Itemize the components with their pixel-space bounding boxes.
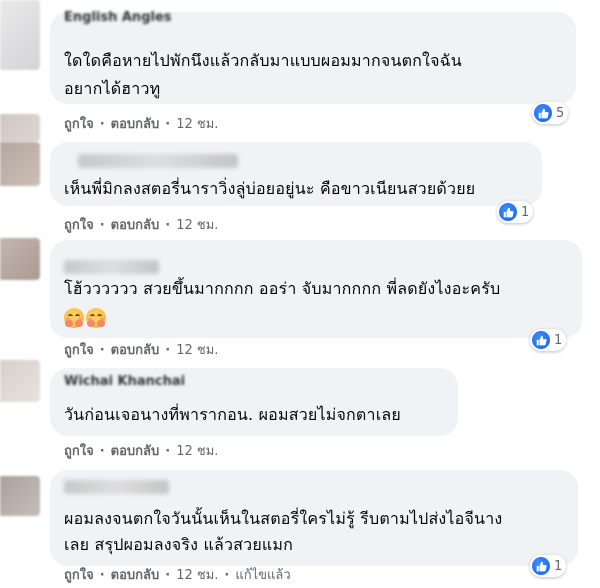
comment-bubble: โฮ้วววววว สวยขึ้นมากกกก ออร่า จับมากกกก …	[50, 240, 582, 338]
separator-dot: ·	[99, 117, 105, 132]
reply-action[interactable]: ตอบกลับ	[111, 117, 160, 132]
reaction-count[interactable]: 5	[532, 102, 569, 124]
timestamp[interactable]: 12 ชม.	[176, 568, 218, 583]
separator-dot: ·	[224, 568, 230, 583]
reply-action[interactable]: ตอบกลับ	[111, 343, 160, 358]
comment-actions: ถูกใจ · ตอบกลับ · 12 ชม. · แก้ไขแล้ว	[64, 566, 291, 586]
comment-actions: ถูกใจ · ตอบกลับ · 12 ชม.	[64, 216, 218, 236]
comment-bubble: Wichai Khanchai วันก่อนเจอนางที่พารากอน.…	[50, 368, 458, 436]
comment-actions: ถูกใจ · ตอบกลับ · 12 ชม.	[64, 341, 218, 361]
timestamp[interactable]: 12 ชม.	[176, 444, 218, 459]
like-action[interactable]: ถูกใจ	[64, 444, 94, 459]
comment-bubble: English Angles ใดใดคือหายไปพักนึงแล้วกลั…	[50, 10, 576, 104]
timestamp[interactable]: 12 ชม.	[176, 117, 218, 132]
reaction-count-number: 1	[554, 558, 563, 574]
hugging-face-emoji	[86, 308, 106, 328]
reply-action[interactable]: ตอบกลับ	[111, 568, 160, 583]
hugging-face-emoji	[64, 308, 84, 328]
separator-dot: ·	[99, 218, 105, 233]
like-icon	[532, 557, 550, 575]
comment-actions: ถูกใจ · ตอบกลับ · 12 ชม.	[64, 442, 218, 462]
reaction-count[interactable]: 1	[530, 555, 567, 577]
reaction-count-number: 5	[556, 105, 565, 121]
reply-action[interactable]: ตอบกลับ	[111, 444, 160, 459]
avatar[interactable]	[0, 114, 40, 142]
reaction-count-number: 1	[521, 204, 530, 220]
comment-text-line: โฮ้วววววว สวยขึ้นมากกกก ออร่า จับมากกกก …	[64, 279, 501, 298]
separator-dot: ·	[165, 568, 171, 583]
comment-author-redacted[interactable]	[64, 480, 169, 494]
comment-text-line: วันก่อนเจอนางที่พารากอน. ผอมสวยไม่จกตาเล…	[64, 405, 401, 424]
comment-bubble: เห็นพี่มิกลงสตอรี่นาราวิ่งลู่บ่อยอยู่นะ …	[50, 142, 542, 206]
like-icon	[532, 331, 550, 349]
reply-action[interactable]: ตอบกลับ	[111, 218, 160, 233]
separator-dot: ·	[99, 343, 105, 358]
like-action[interactable]: ถูกใจ	[64, 568, 94, 583]
reaction-count[interactable]: 1	[497, 201, 534, 223]
reaction-count-number: 1	[554, 332, 563, 348]
timestamp[interactable]: 12 ชม.	[176, 343, 218, 358]
comment-text-line: ผอมลงจนตกใจวันนั้นเห็นในสตอรี่ใครไม่รู้ …	[64, 509, 503, 528]
separator-dot: ·	[99, 568, 105, 583]
avatar[interactable]	[0, 142, 40, 186]
comment-author[interactable]: Wichai Khanchai	[64, 374, 185, 389]
comment-text-line: ใดใดคือหายไปพักนึงแล้วกลับมาแบบผอมมากจนต…	[64, 51, 462, 70]
separator-dot: ·	[165, 218, 171, 233]
separator-dot: ·	[99, 444, 105, 459]
reaction-count[interactable]: 1	[530, 329, 567, 351]
comment-bubble: ผอมลงจนตกใจวันนั้นเห็นในสตอรี่ใครไม่รู้ …	[50, 470, 578, 566]
comment-text-line: อยากได้ฮาวทู	[64, 79, 161, 98]
like-action[interactable]: ถูกใจ	[64, 343, 94, 358]
comment-actions: ถูกใจ · ตอบกลับ · 12 ชม.	[64, 115, 218, 135]
comment-author[interactable]: English Angles	[64, 10, 172, 25]
avatar[interactable]	[0, 476, 40, 516]
timestamp[interactable]: 12 ชม.	[176, 218, 218, 233]
like-action[interactable]: ถูกใจ	[64, 117, 94, 132]
separator-dot: ·	[165, 117, 171, 132]
edited-label[interactable]: แก้ไขแล้ว	[235, 568, 290, 583]
comment-text-line: เลย สรุปผอมลงจริง แล้วสวยแมก	[64, 535, 294, 554]
comment-text-line: เห็นพี่มิกลงสตอรี่นาราวิ่งลู่บ่อยอยู่นะ …	[64, 179, 476, 198]
avatar[interactable]	[0, 360, 40, 402]
like-icon	[534, 104, 552, 122]
comment-author-redacted[interactable]	[64, 260, 159, 274]
avatar[interactable]	[0, 238, 40, 280]
like-action[interactable]: ถูกใจ	[64, 218, 94, 233]
separator-dot: ·	[165, 343, 171, 358]
avatar[interactable]	[0, 0, 40, 70]
like-icon	[499, 203, 517, 221]
separator-dot: ·	[165, 444, 171, 459]
comment-author-redacted[interactable]	[78, 154, 238, 168]
